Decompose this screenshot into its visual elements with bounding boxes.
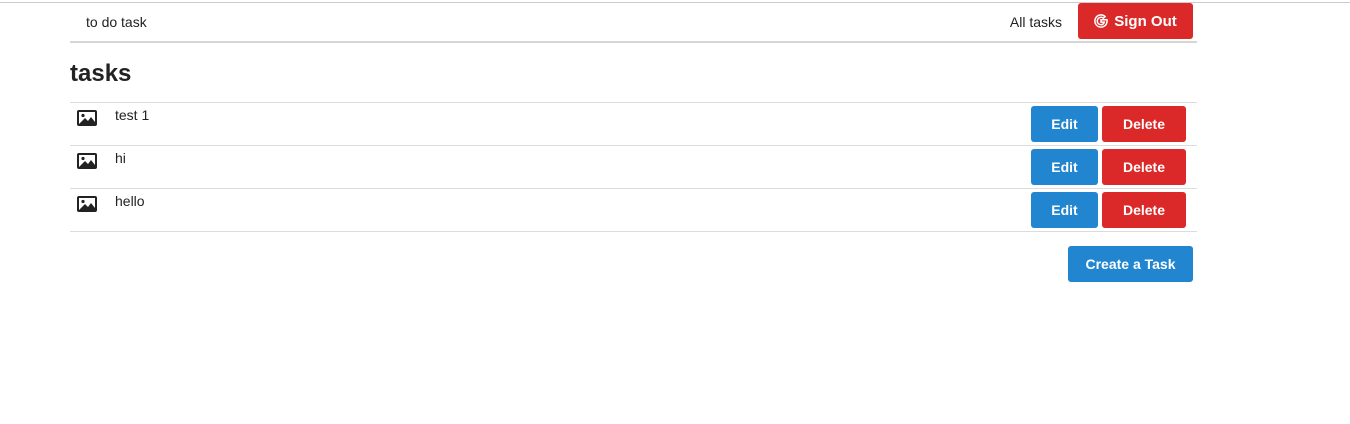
image-icon bbox=[76, 152, 98, 170]
edit-button[interactable]: Edit bbox=[1031, 192, 1098, 228]
task-label: test 1 bbox=[115, 107, 150, 123]
sign-out-label: Sign Out bbox=[1114, 12, 1177, 30]
task-row: test 1 Edit Delete bbox=[70, 103, 1197, 146]
google-icon bbox=[1094, 14, 1109, 28]
delete-button[interactable]: Delete bbox=[1102, 149, 1186, 185]
delete-button[interactable]: Delete bbox=[1102, 192, 1186, 228]
sign-out-button[interactable]: Sign Out bbox=[1078, 3, 1193, 39]
brand-link[interactable]: to do task bbox=[86, 14, 147, 30]
task-list: test 1 Edit Delete hi Edit Delete hello … bbox=[70, 102, 1197, 232]
edit-button[interactable]: Edit bbox=[1031, 106, 1098, 142]
task-row: hi Edit Delete bbox=[70, 146, 1197, 189]
image-icon bbox=[76, 195, 98, 213]
all-tasks-link[interactable]: All tasks bbox=[1010, 14, 1062, 30]
page-title: tasks bbox=[70, 60, 132, 87]
create-task-button[interactable]: Create a Task bbox=[1068, 246, 1193, 282]
top-nav: to do task All tasks Sign Out bbox=[70, 3, 1197, 43]
image-icon bbox=[76, 109, 98, 127]
page-container: to do task All tasks Sign Out tasks test bbox=[70, 3, 1197, 282]
edit-button[interactable]: Edit bbox=[1031, 149, 1098, 185]
task-label: hello bbox=[115, 193, 145, 209]
task-label: hi bbox=[115, 150, 126, 166]
delete-button[interactable]: Delete bbox=[1102, 106, 1186, 142]
task-row: hello Edit Delete bbox=[70, 189, 1197, 232]
